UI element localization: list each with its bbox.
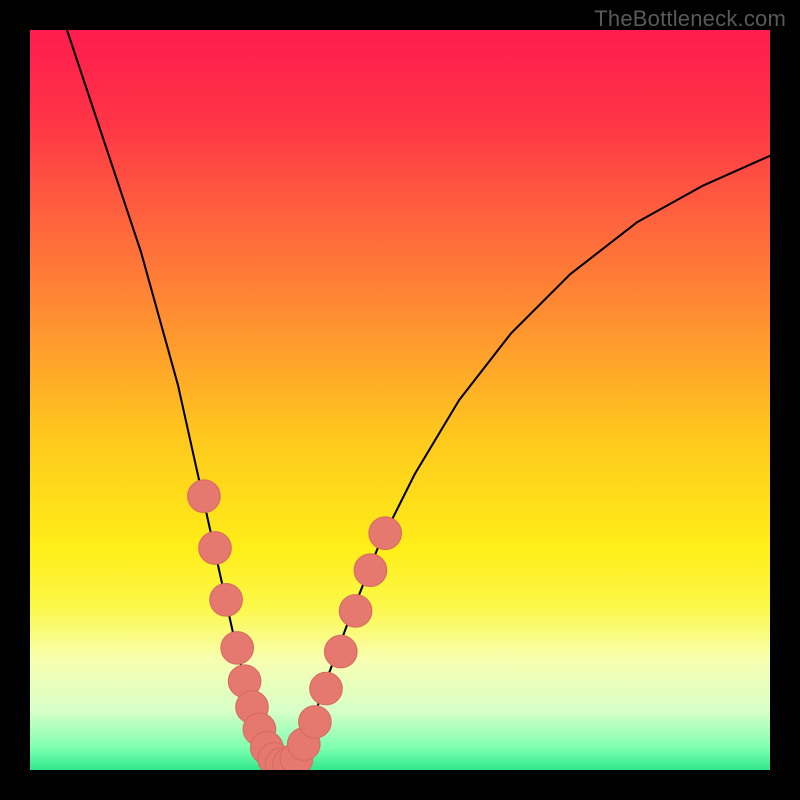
highlight-dot <box>299 706 332 739</box>
highlight-dot <box>339 595 372 628</box>
highlight-dot <box>310 672 343 705</box>
highlight-dot <box>221 632 254 665</box>
highlight-dot <box>354 554 387 587</box>
bottleneck-curve <box>67 30 770 766</box>
highlight-dot <box>369 517 402 550</box>
highlight-dot <box>199 532 232 565</box>
highlight-dot <box>325 635 358 668</box>
plot-area <box>30 30 770 770</box>
highlight-dots <box>188 480 402 770</box>
highlight-dot <box>210 584 243 617</box>
chart-overlay <box>30 30 770 770</box>
highlight-dot <box>188 480 221 513</box>
watermark-text: TheBottleneck.com <box>594 6 786 32</box>
chart-frame: TheBottleneck.com <box>0 0 800 800</box>
